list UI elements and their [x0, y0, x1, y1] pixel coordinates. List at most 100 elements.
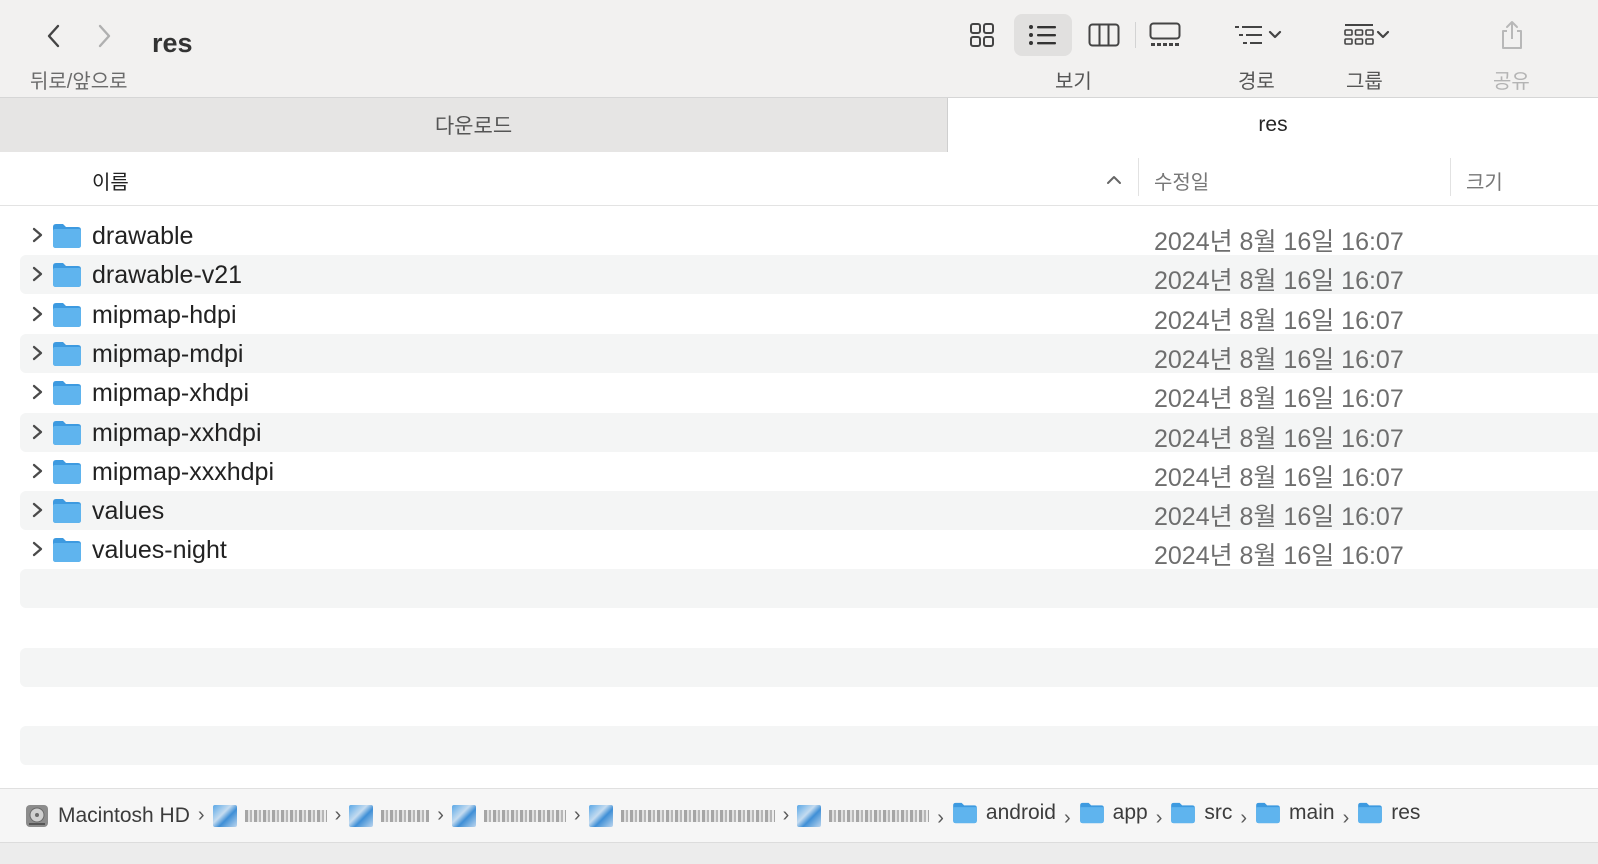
- path-separator: ›: [334, 804, 342, 826]
- path-item-label: Macintosh HD: [58, 803, 190, 827]
- column-name-header[interactable]: 이름: [92, 166, 129, 195]
- disclosure-triangle-icon[interactable]: [28, 461, 46, 481]
- file-row[interactable]: mipmap-xxxhdpi 2024년 8월 16일 16:07: [20, 452, 1598, 492]
- path-item-obscured[interactable]: [451, 804, 566, 827]
- hard-drive-icon: [26, 804, 48, 827]
- chevron-down-icon: [1376, 30, 1390, 39]
- file-modified-date: 2024년 8월 16일 16:07: [1154, 346, 1404, 374]
- file-row[interactable]: mipmap-hdpi 2024년 8월 16일 16:07: [20, 295, 1598, 335]
- forward-button[interactable]: [86, 18, 122, 54]
- path-item-android[interactable]: android: [952, 801, 1056, 825]
- disclosure-triangle-icon[interactable]: [28, 539, 46, 559]
- file-row[interactable]: drawable 2024년 8월 16일 16:07: [20, 216, 1598, 256]
- file-modified-date: 2024년 8월 16일 16:07: [1154, 503, 1404, 531]
- gallery-view-button[interactable]: [1144, 14, 1186, 56]
- path-item-root[interactable]: Macintosh HD: [24, 803, 190, 829]
- path-item-res[interactable]: res: [1357, 801, 1420, 825]
- file-name: mipmap-mdpi: [92, 340, 244, 368]
- file-row[interactable]: mipmap-xxhdpi 2024년 8월 16일 16:07: [20, 413, 1598, 453]
- folder-icon: [1256, 802, 1280, 824]
- obscured-text: [381, 809, 430, 822]
- toolbar: 뒤로/앞으로 res 보기 경로 그룹 공유: [0, 0, 1598, 97]
- column-view-button[interactable]: [1083, 14, 1125, 56]
- folder-icon: [53, 263, 81, 287]
- list-view-icon: [1029, 25, 1056, 45]
- obscured-text: [244, 809, 327, 822]
- path-separator: ›: [1155, 807, 1163, 829]
- disclosure-triangle-icon[interactable]: [28, 422, 46, 442]
- folder-icon: [53, 303, 81, 327]
- icon-view-button[interactable]: [962, 14, 1002, 56]
- share-caption: 공유: [1493, 71, 1530, 93]
- path-item-obscured[interactable]: [588, 804, 775, 827]
- path-item-app[interactable]: app: [1079, 801, 1148, 825]
- file-modified-date: 2024년 8월 16일 16:07: [1154, 228, 1404, 256]
- folder-icon: [53, 224, 81, 248]
- path-menu-button[interactable]: [1224, 14, 1292, 56]
- chevron-right-icon: [98, 24, 111, 48]
- disclosure-triangle-icon[interactable]: [28, 264, 46, 284]
- column-modified-header[interactable]: 수정일: [1154, 166, 1209, 195]
- file-name: mipmap-xhdpi: [92, 379, 250, 407]
- back-button[interactable]: [36, 18, 72, 54]
- file-row[interactable]: values 2024년 8월 16일 16:07: [20, 491, 1598, 531]
- column-header: 이름 수정일 크기: [0, 152, 1598, 206]
- file-name: mipmap-xxhdpi: [92, 419, 262, 447]
- group-menu-button[interactable]: [1332, 14, 1402, 56]
- group-caption: 그룹: [1346, 71, 1383, 93]
- file-row[interactable]: mipmap-xhdpi 2024년 8월 16일 16:07: [20, 373, 1598, 413]
- window-bottom-edge: [0, 842, 1598, 864]
- chevron-left-icon: [47, 24, 60, 48]
- path-item-label: res: [1391, 801, 1421, 824]
- folder-icon: [1079, 802, 1104, 824]
- share-button[interactable]: [1492, 14, 1532, 56]
- folder-icon: [1358, 802, 1383, 824]
- folder-icon: [53, 342, 81, 366]
- disclosure-triangle-icon[interactable]: [28, 304, 46, 324]
- file-row[interactable]: drawable-v21 2024년 8월 16일 16:07: [20, 255, 1598, 295]
- empty-row-stripe: [20, 648, 1598, 687]
- file-modified-date: 2024년 8월 16일 16:07: [1154, 307, 1404, 335]
- file-row[interactable]: values-night 2024년 8월 16일 16:07: [20, 530, 1598, 570]
- obscured-text: [620, 809, 775, 822]
- gallery-view-icon: [1149, 22, 1181, 46]
- file-row[interactable]: mipmap-mdpi 2024년 8월 16일 16:07: [20, 334, 1598, 374]
- file-name: mipmap-xxxhdpi: [92, 458, 275, 486]
- column-size-header[interactable]: 크기: [1466, 166, 1503, 195]
- file-name: drawable: [92, 222, 194, 250]
- path-item-obscured[interactable]: [212, 804, 327, 827]
- column-divider[interactable]: [1138, 158, 1139, 196]
- folder-icon: [451, 804, 476, 827]
- path-item-label: main: [1289, 801, 1335, 824]
- nav-caption: 뒤로/앞으로: [30, 71, 128, 93]
- path-separator: ›: [1240, 807, 1248, 829]
- group-grid-icon: [1344, 24, 1374, 45]
- tab-downloads[interactable]: 다운로드: [0, 98, 948, 152]
- column-view-icon: [1088, 23, 1120, 47]
- path-item-src[interactable]: src: [1170, 801, 1232, 825]
- column-divider[interactable]: [1450, 158, 1451, 196]
- disclosure-triangle-icon[interactable]: [28, 500, 46, 520]
- disclosure-triangle-icon[interactable]: [28, 382, 46, 402]
- file-modified-date: 2024년 8월 16일 16:07: [1154, 464, 1404, 492]
- path-item-label: android: [985, 801, 1056, 824]
- tab-res[interactable]: res: [948, 98, 1598, 152]
- folder-icon: [53, 538, 81, 562]
- path-item-obscured[interactable]: [797, 804, 930, 827]
- disclosure-triangle-icon[interactable]: [28, 225, 46, 245]
- tab-bar: 다운로드 res: [0, 97, 1598, 152]
- folder-icon: [1171, 802, 1196, 824]
- sort-ascending-icon[interactable]: [1105, 174, 1123, 186]
- disclosure-triangle-icon[interactable]: [28, 343, 46, 363]
- share-icon: [1502, 21, 1522, 49]
- window-title: res: [152, 28, 193, 58]
- file-modified-date: 2024년 8월 16일 16:07: [1154, 542, 1404, 570]
- file-name: drawable-v21: [92, 261, 243, 289]
- file-name: values-night: [92, 536, 227, 564]
- list-view-button[interactable]: [1014, 14, 1072, 56]
- path-separator: ›: [937, 807, 944, 829]
- folder-icon: [349, 804, 374, 827]
- empty-row-stripe: [20, 569, 1598, 608]
- path-item-obscured[interactable]: [349, 804, 430, 827]
- path-item-main[interactable]: main: [1255, 801, 1335, 825]
